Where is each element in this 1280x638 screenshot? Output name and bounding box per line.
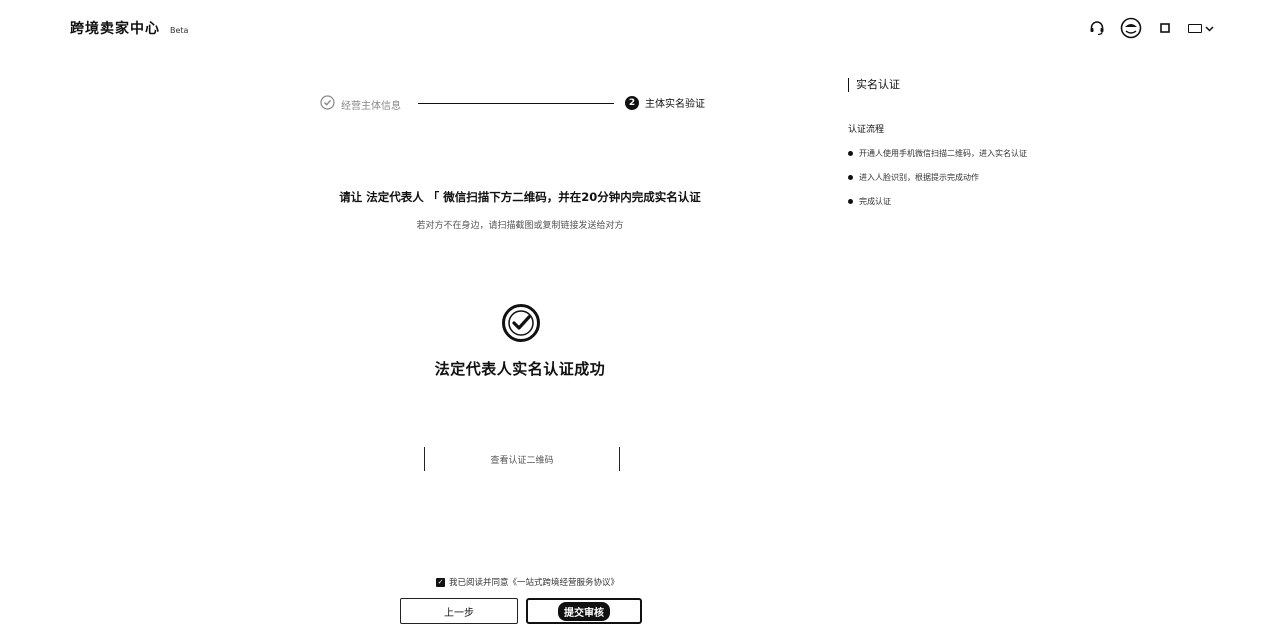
check-circle-icon bbox=[320, 95, 335, 114]
success-check-icon bbox=[501, 303, 541, 343]
page: 跨境卖家中心 Beta 经营主体信息 2 主体实名验证 请让 法定代表人 「 微… bbox=[0, 0, 1280, 638]
language-icon bbox=[1188, 23, 1202, 33]
submit-label: 提交审核 bbox=[558, 601, 610, 621]
list-item-text: 进入人脸识别，根据提示完成动作 bbox=[859, 172, 979, 182]
list-item: 开通人使用手机微信扫描二维码，进入实名认证 bbox=[848, 141, 1148, 165]
step-indicator: 经营主体信息 2 主体实名验证 bbox=[320, 95, 720, 114]
headset-icon[interactable] bbox=[1086, 17, 1108, 39]
bullet-icon bbox=[848, 150, 853, 156]
brand-badge: Beta bbox=[170, 26, 189, 35]
top-bar: 跨境卖家中心 Beta bbox=[0, 0, 1280, 56]
prev-step-button[interactable]: 上一步 bbox=[400, 598, 518, 624]
help-panel-title: 实名认证 bbox=[848, 78, 1148, 92]
view-qr-label: 查看认证二维码 bbox=[490, 455, 554, 466]
success-message: 法定代表人实名认证成功 bbox=[434, 360, 606, 378]
avatar-icon[interactable] bbox=[1120, 17, 1142, 39]
agreement-row: ✓ 我已阅读并同意《一站式跨境经营服务协议》 bbox=[436, 576, 619, 588]
list-item-text: 完成认证 bbox=[859, 196, 891, 206]
bullet-icon bbox=[848, 198, 853, 204]
help-panel: 实名认证 认证流程 开通人使用手机微信扫描二维码，进入实名认证 进入人脸识别，根… bbox=[848, 78, 1148, 213]
chevron-down-icon bbox=[1205, 22, 1214, 35]
language-switch[interactable] bbox=[1188, 22, 1214, 35]
header-actions bbox=[1086, 17, 1214, 39]
step-connector bbox=[418, 103, 614, 104]
step-label: 主体实名验证 bbox=[645, 99, 705, 110]
list-item: 进入人脸识别，根据提示完成动作 bbox=[848, 165, 1148, 189]
scan-sub-instruction: 若对方不在身边，请扫描截图或复制链接发送给对方 bbox=[416, 221, 624, 231]
agreement-text[interactable]: 我已阅读并同意《一站式跨境经营服务协议》 bbox=[449, 576, 619, 588]
step-label: 经营主体信息 bbox=[341, 101, 401, 112]
view-qr-link[interactable]: 查看认证二维码 bbox=[424, 447, 620, 471]
help-step-list: 开通人使用手机微信扫描二维码，进入实名认证 进入人脸识别，根据提示完成动作 完成… bbox=[848, 141, 1148, 213]
bullet-icon bbox=[848, 174, 853, 180]
step-identity-verification: 2 主体实名验证 bbox=[625, 95, 705, 110]
list-item-text: 开通人使用手机微信扫描二维码，进入实名认证 bbox=[859, 148, 1027, 158]
submit-button[interactable]: 提交审核 bbox=[526, 598, 642, 624]
list-item: 完成认证 bbox=[848, 189, 1148, 213]
square-icon[interactable] bbox=[1154, 17, 1176, 39]
step-business-info: 经营主体信息 bbox=[320, 95, 401, 114]
help-panel-subtitle: 认证流程 bbox=[848, 125, 885, 135]
brand[interactable]: 跨境卖家中心 Beta bbox=[70, 18, 188, 38]
scan-instruction: 请让 法定代表人 「 微信扫描下方二维码，并在20分钟内完成实名认证 bbox=[339, 190, 701, 204]
brand-title: 跨境卖家中心 bbox=[70, 21, 160, 37]
step-number: 2 bbox=[625, 95, 639, 110]
agreement-checkbox[interactable]: ✓ bbox=[436, 577, 445, 587]
